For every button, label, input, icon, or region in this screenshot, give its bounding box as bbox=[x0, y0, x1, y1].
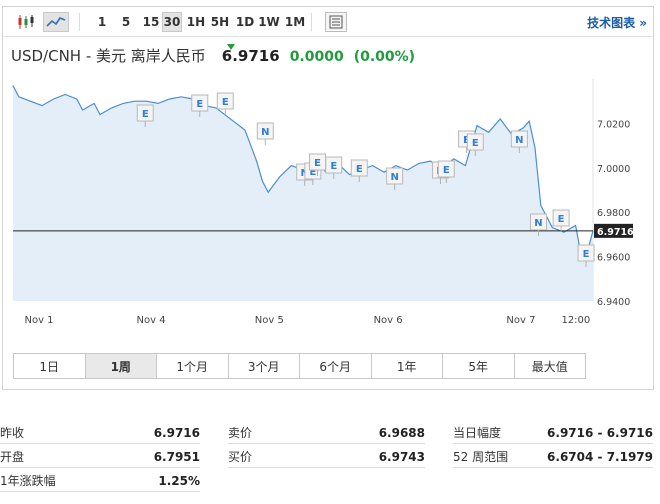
x-tick-label: 12:00 bbox=[561, 315, 590, 326]
last-price-label: 6.9716 bbox=[597, 227, 634, 238]
event-marker-label: N bbox=[390, 172, 398, 183]
y-tick-label: 7.0000 bbox=[597, 164, 630, 175]
price-area bbox=[13, 85, 593, 301]
y-tick-label: 6.9400 bbox=[597, 297, 630, 308]
stat-row: 1年涨跌幅 1.25% bbox=[0, 470, 200, 492]
event-marker-label: E bbox=[443, 165, 450, 176]
stat-row: 昨收 6.9716 bbox=[0, 422, 200, 444]
stat-label: 昨收 bbox=[0, 426, 25, 440]
event-marker-label: E bbox=[196, 99, 203, 110]
stat-value: 6.6704 - 7.1979 bbox=[547, 449, 653, 464]
event-marker-label: E bbox=[583, 249, 590, 260]
event-marker-label: E bbox=[558, 214, 565, 225]
stat-row: 当日幅度 6.9716 - 6.9716 bbox=[453, 422, 653, 444]
stat-value: 6.9716 - 6.9716 bbox=[547, 425, 653, 440]
stat-label: 当日幅度 bbox=[453, 426, 502, 440]
stat-row: 卖价 6.9688 bbox=[228, 422, 425, 444]
event-marker-label: E bbox=[472, 138, 479, 149]
stat-value: 6.9688 bbox=[378, 425, 425, 440]
range-tab[interactable]: 6个月 bbox=[300, 354, 372, 378]
price-chart[interactable]: 英为财情Investing.com7.02007.00006.98006.960… bbox=[3, 7, 653, 347]
x-tick-label: Nov 4 bbox=[137, 315, 166, 326]
range-tab[interactable]: 5年 bbox=[443, 354, 515, 378]
x-tick-label: Nov 6 bbox=[374, 315, 403, 326]
stat-value: 6.7951 bbox=[153, 449, 200, 464]
x-tick-label: Nov 1 bbox=[24, 315, 53, 326]
y-tick-label: 6.9800 bbox=[597, 208, 630, 219]
stat-label: 买价 bbox=[228, 450, 253, 464]
range-tabs: 1日 1周 1个月 3个月 6个月 1年 5年 最大值 bbox=[13, 353, 586, 379]
x-tick-label: Nov 5 bbox=[255, 315, 284, 326]
stat-value: 6.9743 bbox=[378, 449, 425, 464]
stat-label: 开盘 bbox=[0, 450, 25, 464]
stat-label: 1年涨跌幅 bbox=[0, 474, 56, 488]
stat-row: 52 周范围 6.6704 - 7.1979 bbox=[453, 446, 653, 468]
x-tick-label: Nov 7 bbox=[506, 315, 535, 326]
y-tick-label: 6.9600 bbox=[597, 253, 630, 264]
y-tick-label: 7.0200 bbox=[597, 119, 630, 130]
stat-label: 卖价 bbox=[228, 426, 253, 440]
event-marker-label: N bbox=[515, 135, 523, 146]
range-tab[interactable]: 3个月 bbox=[229, 354, 300, 378]
range-tab[interactable]: 最大值 bbox=[515, 354, 586, 378]
event-marker-label: E bbox=[142, 109, 149, 120]
chart-widget: 技术图表 » 1 5 15 30 1H 5H 1D 1W 1M USD/CNH - 美元 离岸人… bbox=[2, 6, 654, 390]
event-marker-label: E bbox=[314, 158, 321, 169]
stat-label: 52 周范围 bbox=[453, 450, 509, 464]
range-tab[interactable]: 1个月 bbox=[157, 354, 229, 378]
event-marker-label: N bbox=[534, 218, 542, 229]
event-marker-label: E bbox=[330, 161, 337, 172]
stat-row: 开盘 6.7951 bbox=[0, 446, 200, 468]
event-marker-label: E bbox=[356, 164, 363, 175]
range-tab[interactable]: 1周 bbox=[85, 354, 157, 378]
range-tab[interactable]: 1日 bbox=[14, 354, 86, 378]
stat-value: 6.9716 bbox=[153, 425, 200, 440]
stat-row: 买价 6.9743 bbox=[228, 446, 425, 468]
range-tab[interactable]: 1年 bbox=[372, 354, 443, 378]
stat-value: 1.25% bbox=[158, 473, 200, 488]
event-marker-label: E bbox=[222, 97, 229, 108]
event-marker-label: N bbox=[261, 127, 269, 138]
